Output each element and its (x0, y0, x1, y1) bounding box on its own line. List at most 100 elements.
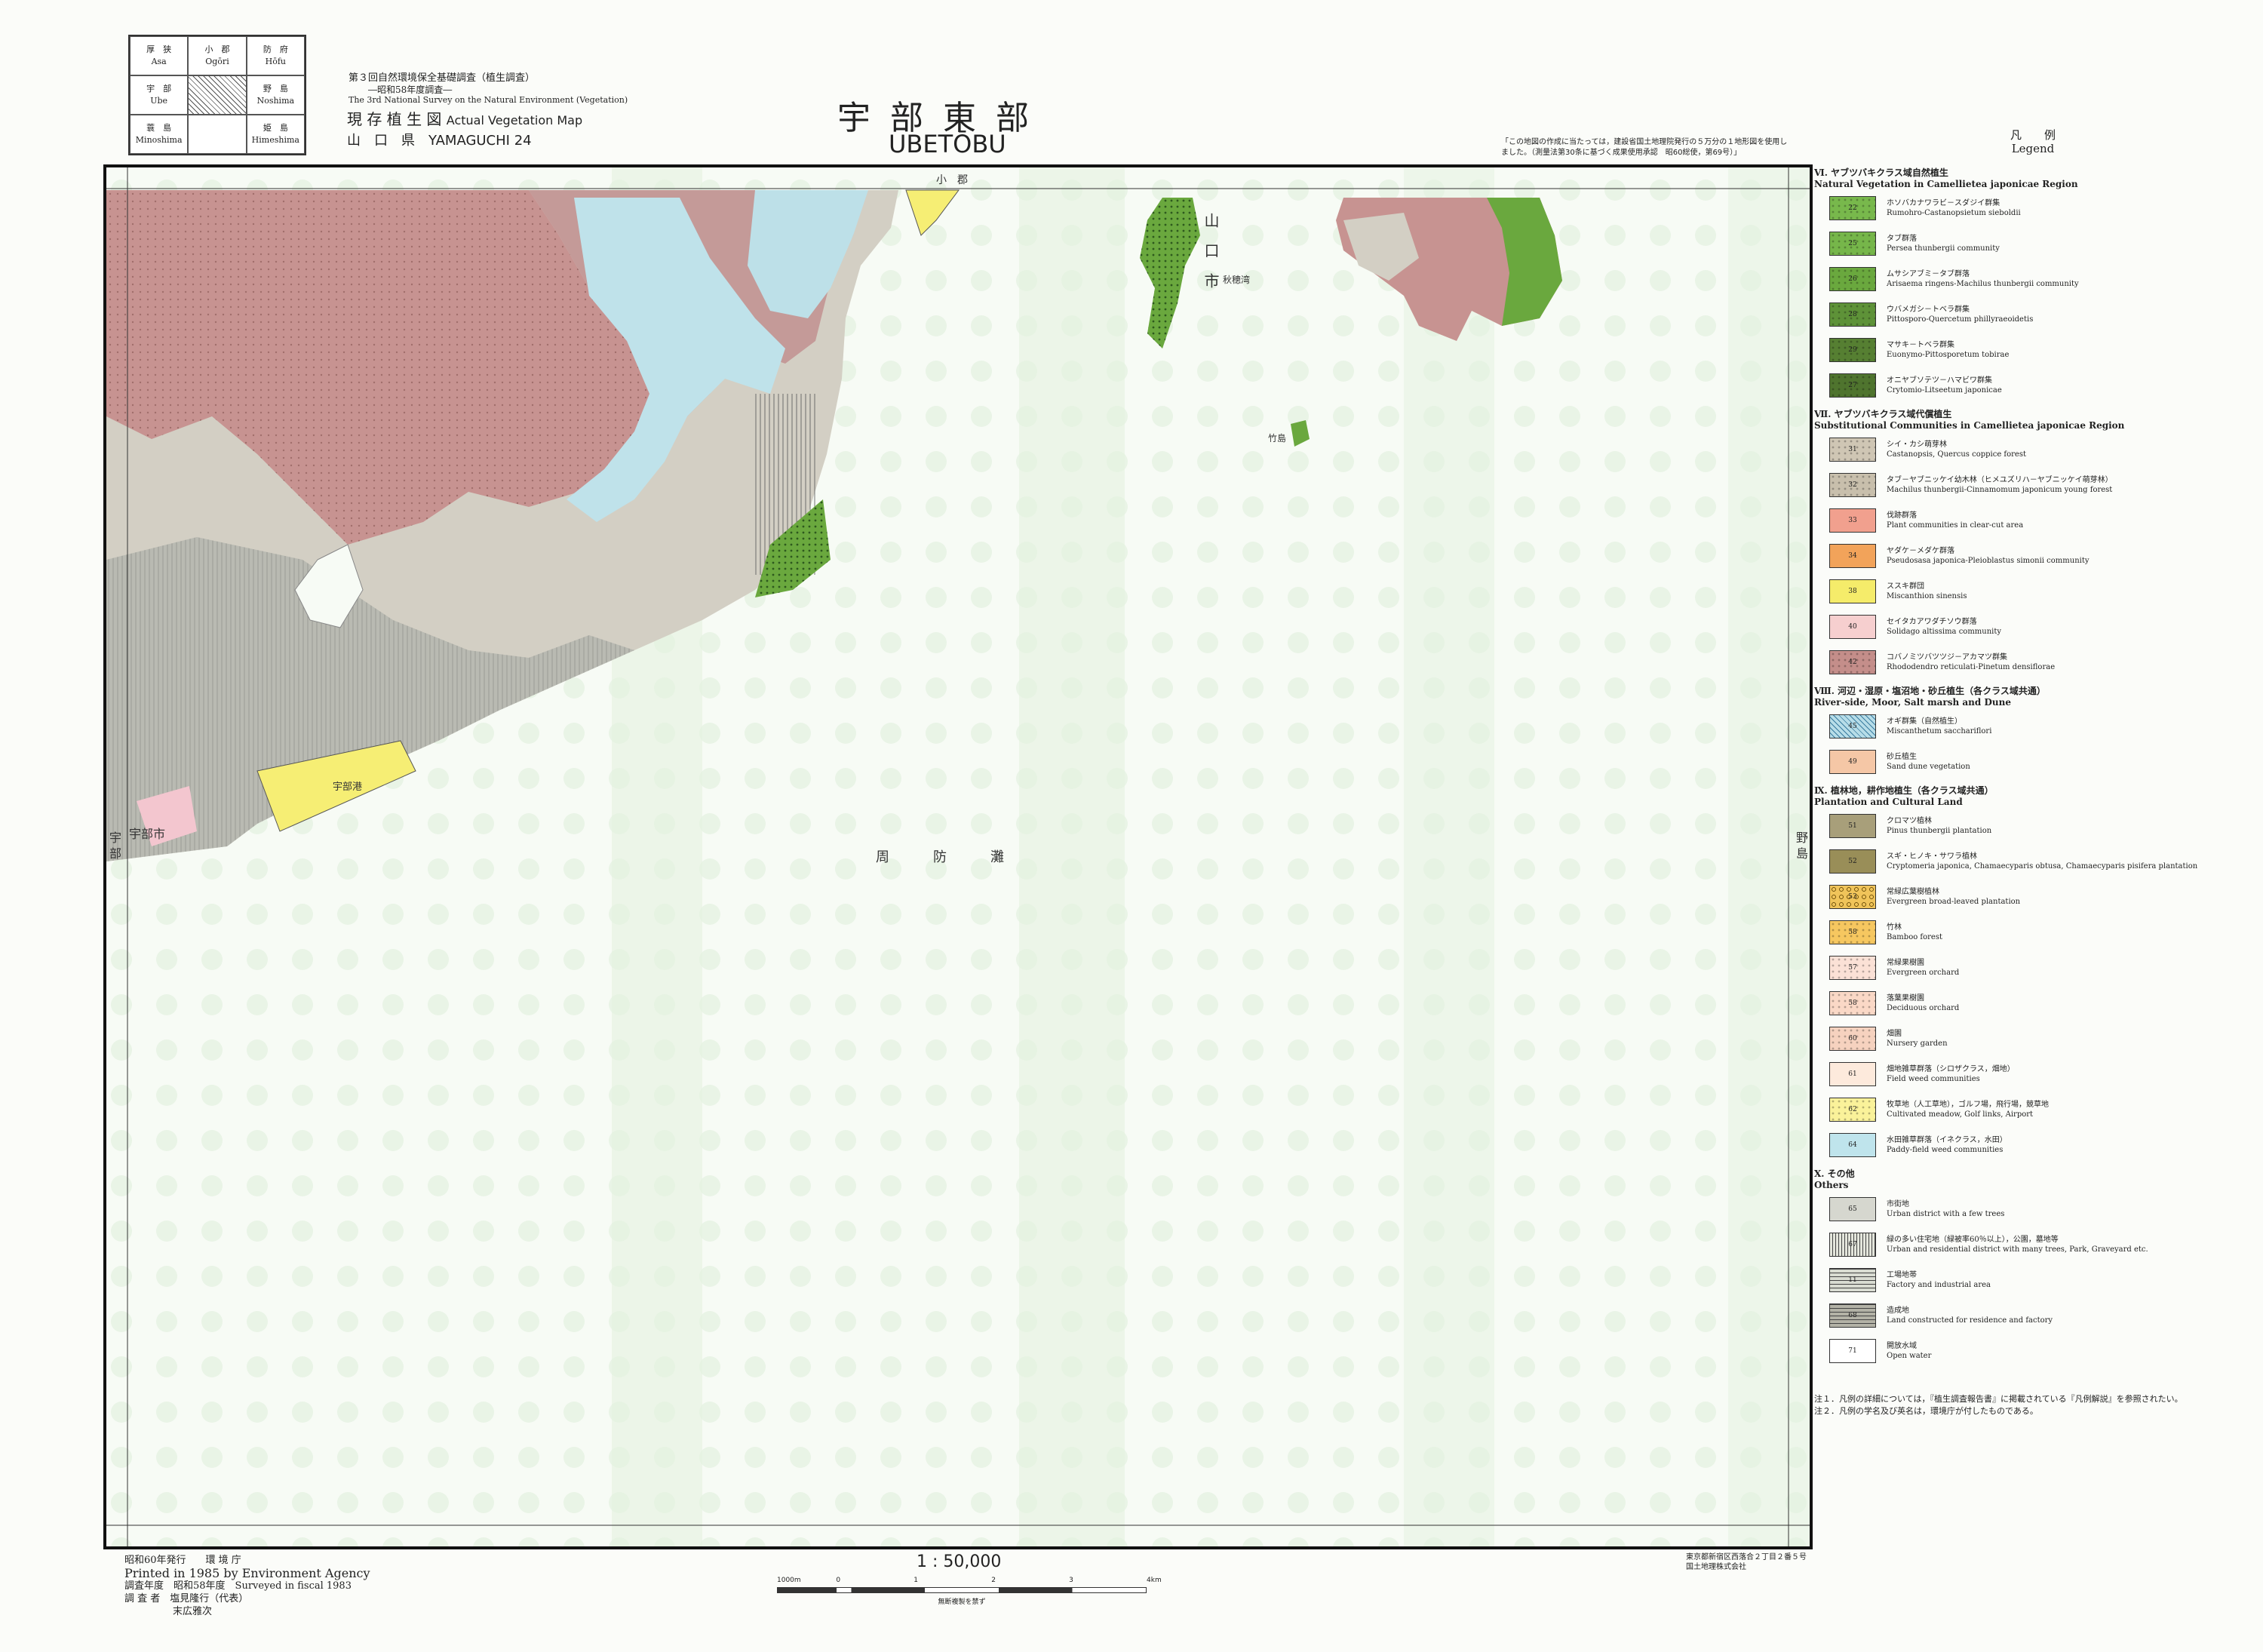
legend-swatch: 61 (1829, 1062, 1876, 1086)
legend-text: タブ－ヤブニッケイ幼木林（ヒメユズリハ－ヤブニッケイ萌芽林） Machilus t… (1887, 475, 2113, 495)
legend-text: ウバメガシ－トベラ群集 Pittosporo-Quercetum phillyra… (1887, 305, 2033, 324)
legend-label-ja: 砂丘植生 (1887, 753, 1917, 761)
printed-by: Printed in 1985 by Environment Agency (124, 1566, 370, 1580)
legend-label-en: Plant communities in clear-cut area (1887, 521, 2024, 530)
legend-item: 64 水田雑草群落（イネクラス，水田） Paddy-field weed commu… (1829, 1133, 2252, 1157)
legend-label-en: Urban and residential district with many… (1887, 1245, 2148, 1254)
legend-swatch: 40 (1829, 615, 1876, 639)
label-port: 宇部港 (333, 781, 363, 793)
index-cell: 蓑 島 Minoshima (130, 115, 189, 154)
legend-item: 49 砂丘植生 Sand dune vegetation (1829, 750, 2252, 774)
index-cell: 厚 狭 Asa (130, 36, 189, 75)
index-cell-en: Ogōri (205, 57, 229, 66)
legend-swatch: 49 (1829, 750, 1876, 774)
legend-text: クロマツ植林 Pinus thunbergii plantation (1887, 816, 1991, 836)
scale-mark: 1000m (777, 1577, 801, 1584)
legend-label-en: Deciduous orchard (1887, 1004, 1960, 1012)
legend-text: 水田雑草群落（イネクラス，水田） Paddy-field weed communi… (1887, 1135, 2007, 1155)
legend-note-1: 注１．凡例の詳細については，『植生調査報告書』に掲載されている『凡例解説』を参照… (1814, 1394, 2183, 1404)
legend-label-en: Euonymo-Pittosporetum tobirae (1887, 351, 2010, 359)
scale-mark: 4km (1147, 1577, 1162, 1584)
legend-item: 31 シイ・カシ萌芽林 Castanopsis, Quercus coppice f… (1829, 438, 2252, 462)
legend-swatch: 25 (1829, 232, 1876, 256)
index-cell-en: Hōfu (265, 57, 287, 66)
surveyor-2: 末広雅次 (173, 1606, 213, 1617)
legend-label-ja: タブ群落 (1887, 235, 1917, 243)
legend-swatch: 33 (1829, 508, 1876, 533)
legend-label-en: Field weed communities (1887, 1075, 1980, 1083)
legend-label-ja: オギ群集（自然植生） (1887, 717, 1962, 726)
legend-text: オギ群集（自然植生） Miscanthetum sacchariflori (1887, 717, 1991, 736)
publisher-address: 東京都新宿区西落合２丁目２番５号 (1686, 1553, 1807, 1561)
legend-swatch: 26 (1829, 267, 1876, 291)
fold-band (1019, 167, 1125, 1546)
legend-section-heading: Ⅸ. 植林地，耕作地植生（各クラス域共通） Plantation and Cul… (1814, 785, 1994, 807)
index-cell-ja: 野 島 (263, 84, 288, 94)
scale-note: 無断複製を禁ず (938, 1598, 986, 1606)
legend-body: Ⅵ. ヤブツバキクラス域自然植生 Natural Vegetation in C… (1814, 167, 2252, 1363)
legend-section-heading: Ⅹ. その他 Others (1814, 1168, 1855, 1190)
legend-swatch: 57 (1829, 956, 1876, 980)
index-cell-en: Minoshima (135, 135, 183, 145)
legend-item: 26 ムサシアブミ－タブ群落 Arisaema ringens-Machilus t… (1829, 267, 2252, 291)
legend-label-en: Cryptomeria japonica, Chamaecyparis obtu… (1887, 862, 2198, 871)
legend-swatch: 31 (1829, 438, 1876, 462)
index-cell (188, 75, 247, 115)
legend: 凡 例 Legend Ⅵ. ヤブツバキクラス域自然植生 Natural Vege… (1814, 128, 2252, 1417)
legend-swatch: 65 (1829, 1197, 1876, 1221)
label-ube-edge: 宇 部 (107, 831, 121, 860)
legend-label-en: Arisaema ringens-Machilus thunbergii com… (1887, 280, 2079, 288)
survey-title-en: The 3rd National Survey on the Natural E… (349, 95, 628, 105)
legend-text: 牧草地（人工草地），ゴルフ場，飛行場，競草地 Cultivated meadow,… (1887, 1100, 2049, 1119)
legend-text: コバノミツバツツジ－アカマツ群集 Rhododendro reticulati-P… (1887, 653, 2055, 672)
legend-swatch: 28 (1829, 302, 1876, 327)
legend-swatch: 45 (1829, 714, 1876, 738)
scale-bar: 1000m 0 1 2 3 4km 無断複製を禁ず (777, 1577, 1162, 1606)
legend-label-ja: オニヤブソテツ－ハマビワ群集 (1887, 376, 1992, 385)
legend-item: 68 造成地 Land constructed for residence and … (1829, 1303, 2252, 1328)
legend-item: 38 ススキ群団 Miscanthion sinensis (1829, 579, 2252, 603)
index-cell-ja: 防 府 (263, 45, 288, 54)
legend-swatch: 58 (1829, 920, 1876, 944)
legend-label-ja: 落葉果樹園 (1887, 994, 1924, 1003)
index-cell: 防 府 Hōfu (246, 36, 305, 75)
legend-text: シイ・カシ萌芽林 Castanopsis, Quercus coppice for… (1887, 440, 2026, 459)
legend-swatch: 34 (1829, 544, 1876, 568)
legend-item: 67 緑の多い住宅地（緑被率60％以上），公園，墓地等 Urban and resi… (1829, 1233, 2252, 1257)
legend-text: 造成地 Land constructed for residence and fa… (1887, 1306, 2053, 1325)
label-aio: 秋穂湾 (1223, 275, 1251, 285)
legend-swatch: 68 (1829, 1303, 1876, 1328)
legend-swatch: 29 (1829, 338, 1876, 362)
index-cell-ja: 小 郡 (204, 45, 230, 54)
legend-swatch: 71 (1829, 1339, 1876, 1363)
legend-section-heading: Ⅶ. ヤブツバキクラス域代償植生 Substitutional Communit… (1814, 409, 2125, 431)
legend-item: 11 工場地帯 Factory and industrial area (1829, 1268, 2252, 1292)
legend-swatch: 51 (1829, 814, 1876, 838)
issue-info: 昭和60年発行 環 境 庁 Printed in 1985 by Environ… (124, 1554, 370, 1618)
publisher-info: 東京都新宿区西落合２丁目２番５号 国土地理株式会社 (1686, 1552, 1807, 1572)
legend-label-ja: ウバメガシ－トベラ群集 (1887, 306, 1970, 314)
issue-ja: 昭和60年発行 環 境 庁 (124, 1555, 241, 1566)
publisher-name: 国土地理株式会社 (1686, 1563, 1746, 1571)
legend-label-ja: ススキ群団 (1887, 582, 1924, 591)
label-ube-city: 宇部市 (129, 827, 166, 841)
index-cell-en: Himeshima (251, 135, 299, 145)
legend-swatch: 22 (1829, 196, 1876, 220)
legend-label-en: Bamboo forest (1887, 933, 1942, 941)
index-cell-en: Asa (151, 57, 167, 66)
legend-label-en: Miscanthetum sacchariflori (1887, 727, 1992, 735)
legend-text: ヤダケ－メダケ群落 Pseudosasa japonica-Pleioblastu… (1887, 546, 2090, 566)
legend-label-en: Nursery garden (1887, 1039, 1948, 1048)
legend-text: ムサシアブミ－タブ群落 Arisaema ringens-Machilus thu… (1887, 269, 2079, 289)
index-cell: 野 島 Noshima (246, 75, 305, 115)
legend-swatch: 32 (1829, 473, 1876, 497)
legend-item: 53 常緑広葉樹植林 Evergreen broad-leaved plantati… (1829, 885, 2252, 909)
legend-label-ja: セイタカアワダチソウ群落 (1887, 618, 1977, 626)
legend-label-en: Land constructed for residence and facto… (1887, 1316, 2053, 1325)
legend-section-heading: Ⅵ. ヤブツバキクラス域自然植生 Natural Vegetation in C… (1814, 167, 2078, 189)
legend-item: 60 畑園 Nursery garden (1829, 1027, 2252, 1051)
source-note: 「この地図の作成に当たっては，建設省国土地理院発行の５万分の１地形図を使用しまし… (1501, 138, 1788, 157)
map-type-ja: 現 存 植 生 図 (347, 110, 442, 128)
legend-swatch: 64 (1829, 1133, 1876, 1157)
index-cell-ja: 厚 狭 (146, 45, 172, 54)
